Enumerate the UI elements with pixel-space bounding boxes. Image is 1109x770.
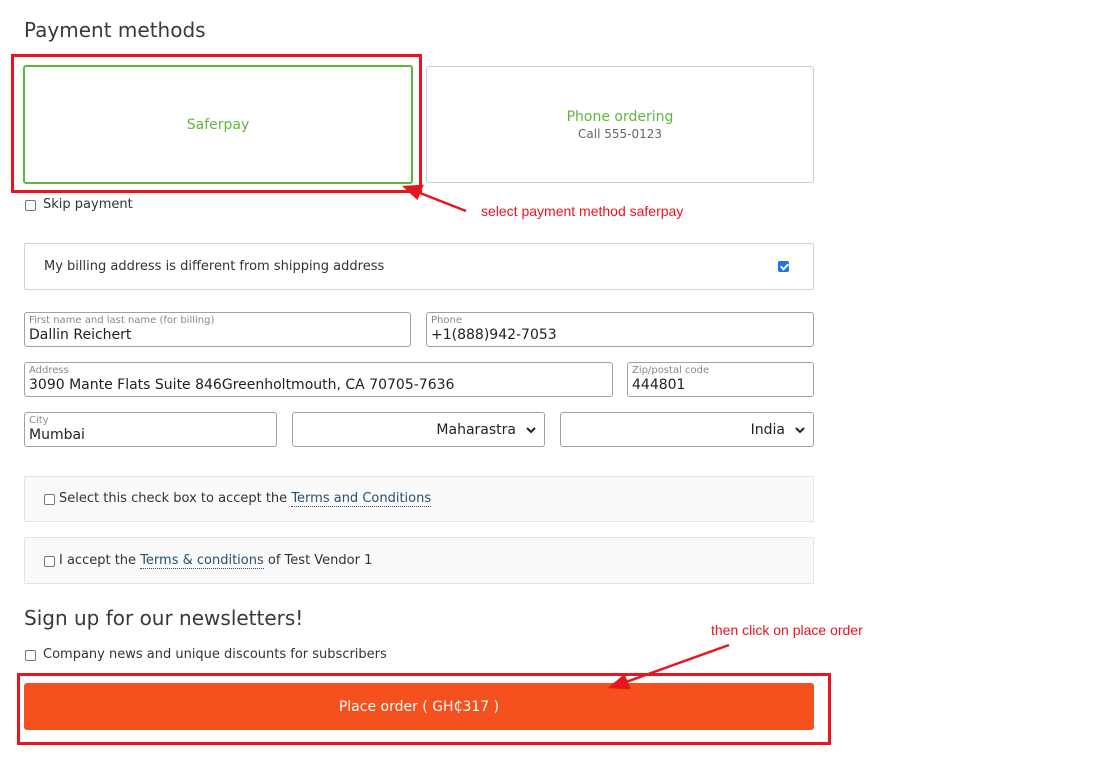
place-order-annotation-text: then click on place order	[711, 622, 863, 638]
arrow-to-place-order	[607, 643, 730, 690]
saferpay-annotation-text: select payment method saferpay	[481, 203, 684, 219]
annotation-arrows	[401, 184, 730, 690]
arrow-to-saferpay	[401, 184, 467, 213]
